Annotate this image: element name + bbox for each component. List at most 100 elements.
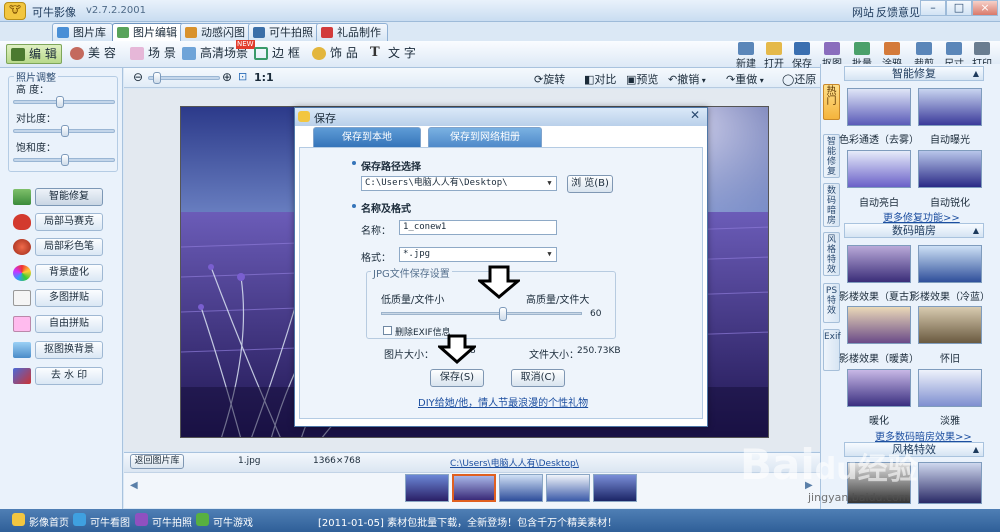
- tab-photo-edit[interactable]: 图片编辑: [112, 23, 184, 41]
- remove-watermark-button[interactable]: 去 水 印: [35, 367, 103, 385]
- promo-link[interactable]: DIY给她/他，情人节最浪漫的个性礼物: [418, 394, 588, 409]
- close-button[interactable]: ×: [972, 0, 998, 16]
- tool-new[interactable]: 新建: [732, 41, 760, 70]
- save-path-select[interactable]: C:\Users\电脑人人有\Desktop\ ▼: [361, 176, 557, 191]
- vtab-smart-repair[interactable]: 智能修复: [823, 134, 840, 178]
- tab-photo-library[interactable]: 图片库: [52, 23, 113, 41]
- mode-text[interactable]: T文 字: [366, 44, 420, 64]
- free-collage-button[interactable]: 自由拼贴: [35, 315, 103, 333]
- vtab-hot[interactable]: 热门: [823, 84, 840, 120]
- thumbnail-1[interactable]: [405, 474, 449, 502]
- vtab-exif[interactable]: Exif: [823, 329, 841, 371]
- restore-button[interactable]: ◯还原: [782, 71, 816, 87]
- effect-thumb[interactable]: [847, 306, 911, 344]
- effect-thumb[interactable]: [847, 88, 911, 126]
- effect-thumb[interactable]: [918, 462, 982, 504]
- multi-collage-button[interactable]: 多图拼贴: [35, 289, 103, 307]
- mode-hd-scene[interactable]: 高清场景 NEW: [178, 40, 255, 64]
- quality-slider[interactable]: [381, 307, 582, 321]
- quality-slider-knob[interactable]: [498, 307, 507, 321]
- contrast-slider[interactable]: [13, 125, 115, 137]
- blur-color-wheel-icon: [13, 265, 31, 281]
- link-camera[interactable]: 可牛拍照: [152, 514, 192, 529]
- link-website[interactable]: 网站: [852, 4, 874, 20]
- link-viewer[interactable]: 可牛看图: [90, 514, 130, 529]
- mode-edit[interactable]: 编 辑: [6, 44, 62, 64]
- rotate-label: 旋转: [543, 73, 566, 86]
- tab-camera[interactable]: 可牛拍照: [248, 23, 320, 41]
- saturation-slider[interactable]: [13, 154, 115, 166]
- more-repair-link[interactable]: 更多修复功能>>: [883, 209, 960, 224]
- browse-button[interactable]: 浏 览(B): [567, 175, 613, 193]
- local-mosaic-button[interactable]: 局部马赛克: [35, 213, 103, 231]
- link-feedback[interactable]: 反馈意见: [876, 4, 920, 20]
- rotate-button[interactable]: ⟳旋转: [534, 71, 565, 87]
- effect-thumb[interactable]: [918, 306, 982, 344]
- mode-scene[interactable]: 场 景: [126, 44, 180, 64]
- tab-save-online-album[interactable]: 保存到网络相册: [428, 127, 542, 147]
- effect-thumb[interactable]: [918, 369, 982, 407]
- tab-gift[interactable]: 礼品制作: [316, 23, 388, 41]
- vtab-style-effects[interactable]: 风格特效: [823, 232, 840, 276]
- brightness-slider-knob[interactable]: [56, 96, 65, 108]
- collapse-icon[interactable]: ▲: [973, 67, 979, 81]
- effect-thumb[interactable]: [918, 245, 982, 283]
- photo-library-icon: [57, 27, 69, 38]
- news-ticker[interactable]: [2011-01-05] 素材包批量下载，全新登场！包含千万个精美素材！: [318, 514, 617, 529]
- zoom-in-icon[interactable]: ⊕: [222, 70, 232, 84]
- collapse-icon[interactable]: ▲: [973, 224, 979, 238]
- cancel-button[interactable]: 取消(C): [511, 369, 565, 387]
- dialog-close-icon[interactable]: ✕: [683, 107, 707, 123]
- zoom-1to1-button[interactable]: 1:1: [254, 71, 274, 84]
- effect-thumb[interactable]: [918, 88, 982, 126]
- back-to-library-button[interactable]: 返回图片库: [130, 454, 184, 469]
- compare-button[interactable]: ◧对比: [584, 71, 616, 87]
- thumbnail-5[interactable]: [593, 474, 637, 502]
- save-button[interactable]: 保存(S): [430, 369, 484, 387]
- preview-label: 预览: [636, 73, 659, 86]
- fit-window-icon[interactable]: ⊡: [238, 70, 247, 83]
- brightness-slider[interactable]: [13, 96, 115, 108]
- format-select[interactable]: *.jpg ▼: [399, 247, 557, 262]
- saturation-slider-knob[interactable]: [61, 154, 69, 166]
- effect-thumb[interactable]: [847, 369, 911, 407]
- link-games[interactable]: 可牛游戏: [213, 514, 253, 529]
- mode-beauty[interactable]: 美 容: [66, 44, 120, 64]
- thumbnail-4[interactable]: [546, 474, 590, 502]
- preview-button[interactable]: ▣预览: [626, 71, 658, 87]
- link-home[interactable]: 影像首页: [29, 514, 69, 529]
- maximize-button[interactable]: □: [946, 0, 972, 16]
- cutout-background-button[interactable]: 抠图换背景: [35, 341, 103, 359]
- local-color-pen-button[interactable]: 局部彩色笔: [35, 238, 103, 256]
- zoom-slider[interactable]: [148, 72, 220, 84]
- scroll-left-icon[interactable]: ◀: [130, 480, 138, 491]
- mode-accessory[interactable]: 饰 品: [308, 44, 362, 64]
- tab-flash-anim[interactable]: 动感闪图: [180, 23, 252, 41]
- thumbnail-3[interactable]: [499, 474, 543, 502]
- contrast-slider-knob[interactable]: [61, 125, 69, 137]
- delete-exif-checkbox[interactable]: [383, 326, 392, 335]
- status-path-link[interactable]: C:\Users\电脑人人有\Desktop\: [450, 456, 579, 469]
- effect-thumb[interactable]: [847, 150, 911, 188]
- vtab-darkroom[interactable]: 数码暗房: [823, 183, 840, 227]
- background-blur-button[interactable]: 背景虚化: [35, 264, 103, 282]
- collapse-icon[interactable]: ▲: [973, 443, 979, 457]
- tab-save-local[interactable]: 保存到本地: [313, 127, 421, 147]
- zoom-out-icon[interactable]: ⊖: [133, 70, 143, 84]
- minimize-button[interactable]: –: [920, 0, 946, 16]
- smart-repair-button[interactable]: 智能修复: [35, 188, 103, 206]
- effect-thumb[interactable]: [847, 245, 911, 283]
- section-smart-repair-header[interactable]: 智能修复 ▲: [844, 66, 984, 81]
- section-darkroom-header[interactable]: 数码暗房 ▲: [844, 223, 984, 238]
- zoom-slider-knob[interactable]: [153, 72, 162, 84]
- vtab-ps-effects[interactable]: PS特效: [823, 283, 840, 323]
- filename-input[interactable]: 1_conew1: [399, 220, 557, 235]
- undo-button[interactable]: ↶撤销 ▾: [668, 71, 706, 87]
- effect-thumb[interactable]: [918, 150, 982, 188]
- section-title: 智能修复: [892, 67, 936, 80]
- redo-button[interactable]: ↷重做 ▾: [726, 71, 764, 87]
- mode-frame[interactable]: 边 框: [250, 44, 304, 64]
- tool-save[interactable]: 保存: [788, 41, 816, 70]
- tool-open[interactable]: 打开: [760, 41, 788, 70]
- thumbnail-2-selected[interactable]: [452, 474, 496, 502]
